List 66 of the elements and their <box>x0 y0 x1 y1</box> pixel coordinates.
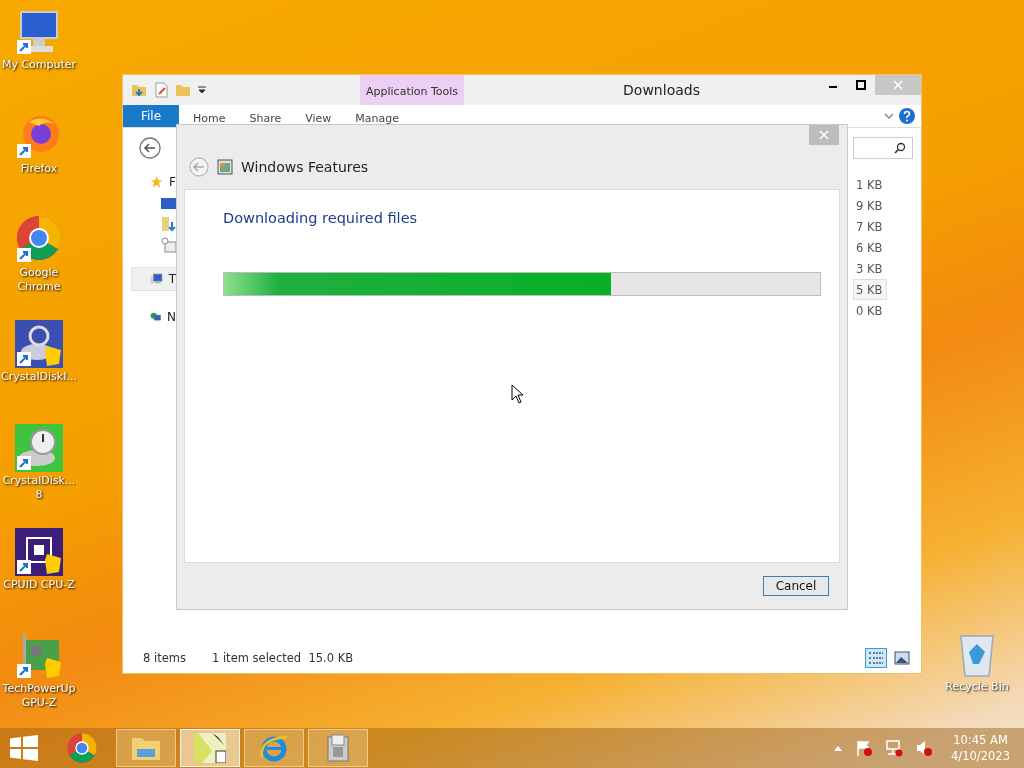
star-icon <box>150 174 164 190</box>
desktop-icon-label[interactable]: CrystalDisk... 8 <box>0 474 78 502</box>
details-view-icon <box>868 651 884 665</box>
desktop-icon-label[interactable]: TechPowerUp GPU-Z <box>0 682 78 710</box>
chrome-icon <box>66 732 98 764</box>
cancel-button[interactable]: Cancel <box>763 576 829 596</box>
desktop-icon-label[interactable]: Firefox <box>20 162 58 176</box>
clock-date[interactable]: 4/10/2023 <box>951 748 1010 764</box>
file-tab[interactable]: File <box>123 105 179 127</box>
file-size-cell-text: 0 KB <box>855 303 884 320</box>
globe-icon <box>259 733 289 763</box>
ribbon-tab[interactable]: View <box>295 105 342 127</box>
caret-up-icon[interactable] <box>833 744 844 752</box>
downloads-folder-icon[interactable] <box>161 216 177 232</box>
window-title: Downloads <box>622 82 701 98</box>
large-icons-view-button[interactable] <box>891 648 913 668</box>
search-icon <box>894 142 906 154</box>
dialog-title: Windows Features <box>241 159 369 175</box>
chrome-icon[interactable] <box>15 216 63 264</box>
file-size-cell-text: 7 KB <box>855 219 884 236</box>
file-size-cell: 5 KB <box>853 279 888 300</box>
document-icon[interactable] <box>153 82 169 98</box>
chip-icon[interactable] <box>15 528 63 576</box>
file-size-cell-text: 6 KB <box>855 240 884 257</box>
clock-time[interactable]: 10:45 AM <box>953 732 1008 748</box>
file-size-cell-text: 3 KB <box>855 261 884 278</box>
help-icon[interactable] <box>899 108 915 124</box>
ribbon-tab[interactable]: Manage <box>345 105 410 127</box>
file-size-cell-text: 1 KB <box>855 177 884 194</box>
computer-icon <box>150 271 163 287</box>
folder-icon[interactable] <box>131 82 147 98</box>
muted-speaker-icon[interactable] <box>915 739 934 757</box>
maximize-icon <box>856 80 866 90</box>
search-field[interactable] <box>853 137 913 159</box>
desktop-icon-label[interactable]: Recycle Bin <box>945 680 1009 694</box>
mouse-cursor-icon <box>511 384 524 404</box>
desktop-icon-label[interactable]: My Computer <box>1 58 77 72</box>
recent-places-icon[interactable] <box>161 237 177 253</box>
desktop-icon-label[interactable]: CrystalDiskI... <box>1 370 77 384</box>
close-icon <box>893 80 903 90</box>
flag-icon[interactable] <box>855 739 874 757</box>
desktop-icon[interactable] <box>161 197 177 211</box>
file-size-cell-text: 9 KB <box>855 198 884 215</box>
chevron-icon[interactable] <box>883 111 895 121</box>
stopwatch-icon[interactable] <box>15 424 63 472</box>
nav-item[interactable]: N <box>131 305 177 329</box>
close-icon <box>819 130 829 140</box>
dropdown-icon[interactable] <box>197 85 207 95</box>
details-view-button[interactable] <box>865 648 887 668</box>
context-tab-label: Application Tools <box>360 75 465 105</box>
graphics-card-icon[interactable] <box>15 632 63 680</box>
ribbon-tab[interactable]: Home <box>183 105 236 127</box>
taskbar-app-button[interactable] <box>244 729 304 767</box>
desktop-icon-label[interactable]: CPUID CPU-Z <box>3 578 75 592</box>
large-icons-view-icon <box>894 651 910 665</box>
network-icon[interactable] <box>885 739 904 757</box>
item-count: 8 items <box>143 651 186 665</box>
windows-logo-icon <box>10 735 38 761</box>
nav-item[interactable]: F <box>131 170 177 194</box>
selection-status: 1 item selected 15.0 KB <box>211 651 354 665</box>
desktop-icon-label[interactable]: Google Chrome <box>0 266 78 294</box>
ribbon-tab[interactable]: Share <box>239 105 292 127</box>
status-heading: Downloading required files <box>223 210 419 226</box>
window-icon <box>217 159 233 175</box>
nav-item[interactable]: T <box>131 267 177 291</box>
taskbar-app-button[interactable] <box>308 729 368 767</box>
